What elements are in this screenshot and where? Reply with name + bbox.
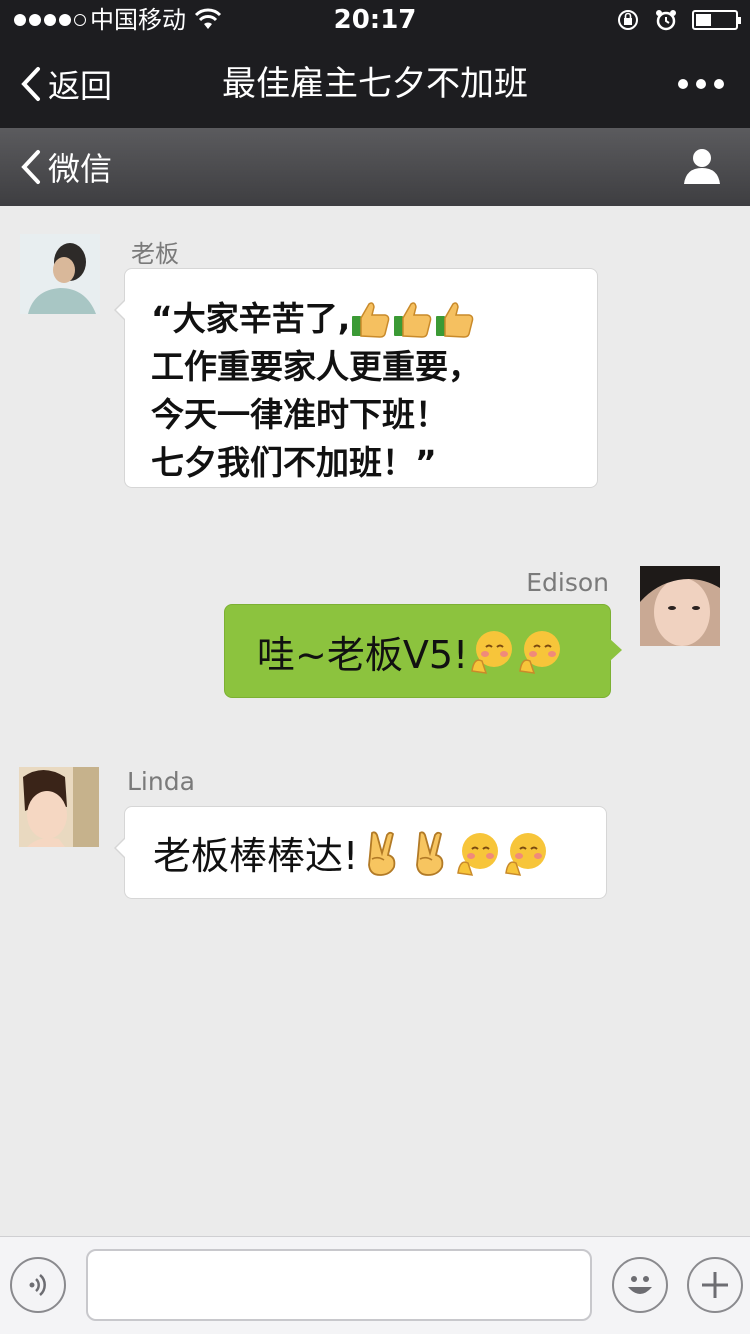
battery-icon (692, 10, 741, 30)
plus-button[interactable] (687, 1257, 743, 1313)
victory-hand-icon (416, 830, 444, 876)
status-bar: 中国移动 20:17 (0, 0, 750, 40)
sender-name: Linda (127, 767, 195, 796)
message-line: 七夕我们不加班！” (151, 443, 437, 482)
chevron-left-icon (21, 150, 40, 184)
emoji-face-icon (628, 1276, 652, 1294)
thumbs-up-icon (352, 302, 390, 338)
voice-icon (29, 1274, 46, 1296)
chevron-left-icon (21, 67, 40, 101)
alarm-icon (656, 10, 676, 31)
avatar-linda[interactable] (19, 767, 99, 847)
more-dots-icon (678, 79, 688, 89)
wechat-back-label: 微信 (48, 150, 113, 188)
sub-nav-bar: 微信 (0, 128, 750, 206)
message-input[interactable] (86, 1249, 592, 1321)
victory-hand-icon (368, 830, 396, 876)
back-label: 返回 (48, 67, 113, 105)
wechat-back-button[interactable]: 微信 (20, 128, 112, 206)
input-bar (0, 1236, 750, 1334)
message-text: 哇~老板V5! (257, 632, 469, 677)
more-button[interactable] (678, 40, 724, 128)
hug-face-icon (519, 631, 561, 674)
sender-name: 老板 (131, 240, 179, 268)
hug-face-icon (471, 631, 513, 674)
rotation-lock-icon (618, 10, 638, 30)
message-bubble-self[interactable]: 哇~老板V5! (224, 604, 622, 698)
nav-bar: 返回 最佳雇主七夕不加班 (0, 40, 750, 128)
plus-icon (702, 1272, 728, 1298)
message-bubble[interactable]: “大家辛苦了, 工作重要家人更重要， 今天一律准时下班！ 七夕我们不加班！” (114, 268, 598, 488)
thumbs-up-icon (394, 302, 432, 338)
message-line: “大家辛苦了, (151, 299, 351, 338)
hug-face-icon (505, 832, 547, 876)
emoji-button[interactable] (612, 1257, 668, 1313)
sender-name: Edison (526, 568, 609, 597)
user-profile-icon[interactable] (682, 146, 722, 186)
voice-button[interactable] (10, 1257, 66, 1313)
avatar-edison[interactable] (640, 566, 720, 646)
message-line: 今天一律准时下班！ (151, 395, 448, 434)
message-bubble[interactable]: 老板棒棒达! (114, 806, 607, 899)
thumbs-up-icon (436, 302, 474, 338)
message-text: 老板棒棒达! (153, 834, 359, 878)
hug-face-icon (457, 832, 499, 876)
page-title: 最佳雇主七夕不加班 (222, 64, 528, 104)
back-button[interactable]: 返回 (20, 40, 112, 128)
avatar-boss[interactable] (20, 234, 100, 314)
message-line: 工作重要家人更重要， (151, 347, 481, 386)
